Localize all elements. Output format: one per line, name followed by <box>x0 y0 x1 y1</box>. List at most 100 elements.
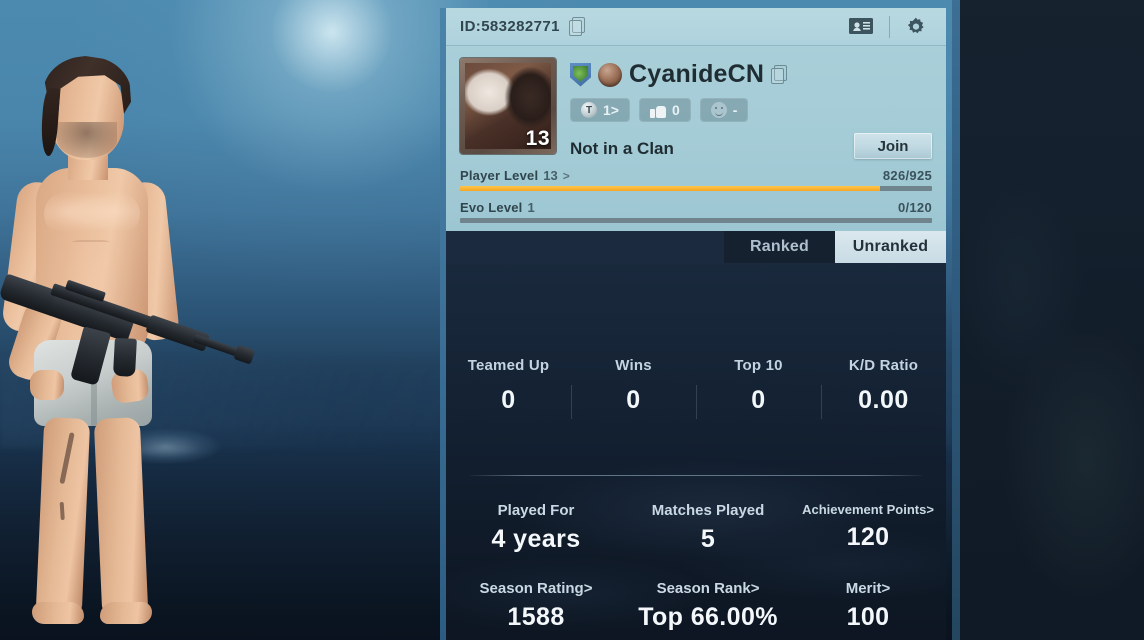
evo-level-block[interactable]: Evo Level 1 0/120 <box>460 200 932 223</box>
stat-wins: Wins 0 <box>571 357 696 419</box>
title-emblem-icon <box>598 62 622 87</box>
stat-season-rank-label: Season Rank> <box>656 580 760 597</box>
stat-teamed-up-label: Teamed Up <box>467 357 550 374</box>
stat-top10-label: Top 10 <box>734 357 783 374</box>
player-level-label: Player Level <box>460 168 539 183</box>
data-sidebar: Data Basic Info Statistics Career Result… <box>952 0 1144 640</box>
stats-body: Teamed Up 0 Wins 0 Top 10 0 K/D Ratio 0.… <box>446 263 946 640</box>
secondary-stats-row-2: Season Rating> 1588 Season Rank> Top 66.… <box>446 580 946 632</box>
stat-matches-played-value: 5 <box>700 525 716 553</box>
tier-badge-value: 1> <box>603 102 619 118</box>
evo-level-label: Evo Level <box>460 200 523 215</box>
sidebar-left-accent <box>952 0 960 640</box>
avatar-frame[interactable]: 13 <box>460 58 556 154</box>
stat-top10: Top 10 0 <box>696 357 821 419</box>
character-right-foot <box>100 602 152 624</box>
character-left-leg <box>35 417 91 615</box>
evo-level-header: Evo Level 1 0/120 <box>460 200 932 215</box>
gear-icon-svg <box>907 17 924 33</box>
avatar-level-badge: 13 <box>525 127 550 150</box>
stat-wins-label: Wins <box>615 357 652 374</box>
smiley-icon <box>710 102 727 118</box>
stat-season-rating[interactable]: Season Rating> 1588 <box>450 580 622 632</box>
stat-merit[interactable]: Merit> 100 <box>794 580 942 632</box>
character-leg-mark <box>59 501 65 521</box>
evo-level-value: 0/120 <box>897 200 932 215</box>
profile-row: 13 CyanideCN T 1> 0 - Not in a Clan Join <box>460 58 932 159</box>
profile-summary: 13 CyanideCN T 1> 0 - Not in a Clan Join… <box>446 46 946 231</box>
name-copy-icon[interactable] <box>771 65 788 84</box>
stat-matches-played: Matches Played 5 <box>622 502 794 554</box>
stat-season-rank[interactable]: Season Rank> Top 66.00% <box>622 580 794 632</box>
player-level-value: 826/925 <box>882 168 932 183</box>
clan-shield-icon <box>570 62 591 87</box>
stat-played-for: Played For 4 years <box>450 502 622 554</box>
rifle-magazine <box>69 326 111 386</box>
tab-unranked[interactable]: Unranked <box>835 231 946 263</box>
player-level-bar-fill <box>460 186 881 191</box>
primary-stats-row: Teamed Up 0 Wins 0 Top 10 0 K/D Ratio 0.… <box>446 263 946 419</box>
stat-season-rating-value: 1588 <box>507 603 565 631</box>
clan-status-text: Not in a Clan <box>570 139 674 158</box>
player-level-number: 13 <box>543 168 558 183</box>
player-level-header: Player Level 13 > 826/925 <box>460 168 932 183</box>
tier-badge[interactable]: T 1> <box>570 98 630 122</box>
player-name: CyanideCN <box>629 60 765 88</box>
evo-level-bar <box>460 218 932 223</box>
character-left-foot <box>32 602 84 624</box>
stat-played-for-label: Played For <box>497 502 575 519</box>
reputation-badge-value: - <box>732 102 738 118</box>
rifle-grip <box>112 337 137 377</box>
character-leg-scar <box>59 432 75 485</box>
player-level-block[interactable]: Player Level 13 > 826/925 <box>460 168 932 191</box>
panel-header: ID:583282771 <box>446 8 946 46</box>
level-progress-section: Player Level 13 > 826/925 Evo Level 1 0/… <box>460 168 932 223</box>
stat-teamed-up-value: 0 <box>501 386 516 414</box>
stat-achievement-points-value: 120 <box>846 523 890 551</box>
header-divider <box>889 15 890 38</box>
profile-details: CyanideCN T 1> 0 - Not in a Clan Join <box>570 58 932 159</box>
player-level-bar <box>460 186 932 191</box>
clan-row: Not in a Clan Join <box>570 133 932 159</box>
stat-matches-played-label: Matches Played <box>651 502 765 519</box>
gear-icon[interactable] <box>904 15 932 39</box>
stat-achievement-points[interactable]: Achievement Points> 120 <box>794 502 942 554</box>
stat-kd-ratio-value: 0.00 <box>858 386 909 414</box>
thumbs-up-icon <box>649 103 666 118</box>
profile-panel: ID:583282771 13 CyanideCN T 1> 0 - Not i… <box>440 8 946 640</box>
player-id-text: ID:583282771 <box>460 18 560 35</box>
stat-played-for-value: 4 years <box>491 525 581 553</box>
mode-tabs: Ranked Unranked <box>446 231 946 263</box>
player-character-model <box>0 40 300 640</box>
character-right-leg <box>93 417 149 615</box>
stat-merit-label: Merit> <box>845 580 891 597</box>
id-card-icon[interactable] <box>847 15 875 39</box>
evo-level-number: 1 <box>527 200 535 215</box>
player-name-row: CyanideCN <box>570 60 932 89</box>
stat-kd-ratio-label: K/D Ratio <box>848 357 919 374</box>
id-card-icon-svg <box>849 17 873 34</box>
tier-icon: T <box>581 102 597 118</box>
join-clan-button[interactable]: Join <box>854 133 932 159</box>
stat-teamed-up: Teamed Up 0 <box>446 357 571 415</box>
likes-badge[interactable]: 0 <box>638 98 691 122</box>
stat-season-rank-value: Top 66.00% <box>638 603 778 631</box>
likes-badge-value: 0 <box>671 102 680 118</box>
secondary-stats-row-1: Played For 4 years Matches Played 5 Achi… <box>446 502 946 554</box>
stat-kd-ratio: K/D Ratio 0.00 <box>821 357 946 419</box>
tab-ranked[interactable]: Ranked <box>724 231 835 263</box>
character-beard <box>57 122 117 158</box>
stat-top10-value: 0 <box>751 386 766 414</box>
rifle-handguard <box>145 314 210 352</box>
stat-merit-value: 100 <box>846 603 890 631</box>
reputation-badge[interactable]: - <box>699 98 749 122</box>
document-copy-icon[interactable] <box>568 17 586 36</box>
profile-badges: T 1> 0 - <box>570 98 932 122</box>
character-chest-shading <box>44 192 140 236</box>
stat-season-rating-label: Season Rating> <box>479 580 593 597</box>
player-level-arrow: > <box>562 169 570 183</box>
rifle-muzzle <box>233 344 256 365</box>
stat-wins-value: 0 <box>626 386 641 414</box>
stats-divider <box>470 475 922 476</box>
stat-achievement-points-label: Achievement Points> <box>802 502 934 517</box>
